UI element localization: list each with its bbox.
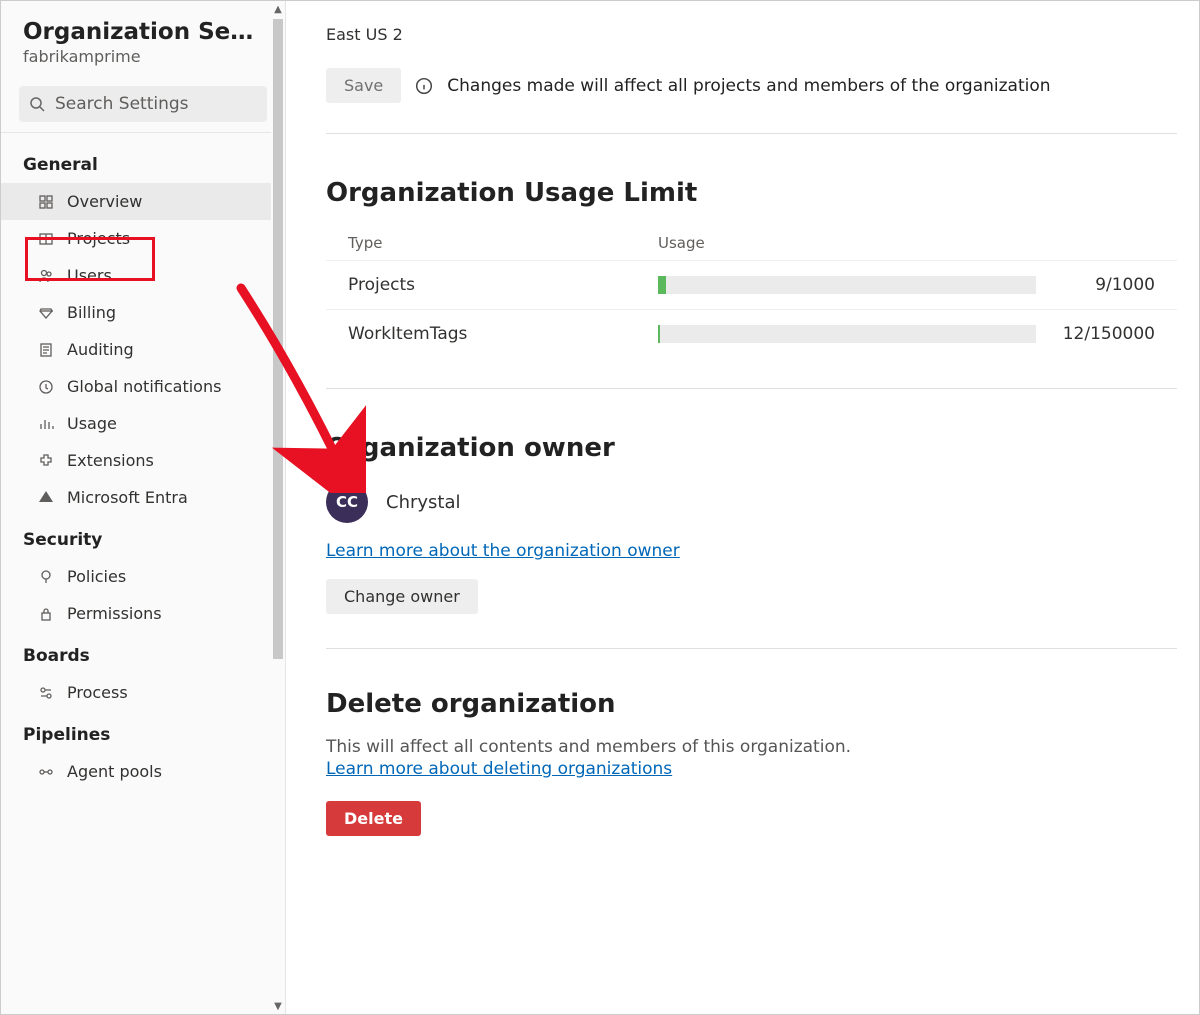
- region-value: East US 2: [326, 25, 1177, 44]
- sidebar-item-projects[interactable]: Projects: [1, 220, 285, 257]
- scroll-thumb[interactable]: [273, 19, 283, 659]
- sidebar-item-policies[interactable]: Policies: [1, 558, 285, 595]
- usage-row-projects: Projects 9/1000: [326, 260, 1177, 309]
- billing-icon: [37, 304, 55, 322]
- notifications-icon: [37, 378, 55, 396]
- usage-value: 9/1000: [1054, 275, 1155, 295]
- sidebar-item-permissions[interactable]: Permissions: [1, 595, 285, 632]
- delete-learn-more-link[interactable]: Learn more about deleting organizations: [326, 759, 672, 779]
- permissions-icon: [37, 605, 55, 623]
- sidebar-item-overview[interactable]: Overview: [1, 183, 285, 220]
- section-divider: [326, 388, 1177, 389]
- usage-value: 12/150000: [1054, 324, 1155, 344]
- main-content: East US 2 Save Changes made will affect …: [286, 1, 1199, 1014]
- info-icon: [415, 77, 433, 95]
- scroll-up-icon[interactable]: ▲: [271, 1, 285, 17]
- sidebar-label-process: Process: [67, 683, 128, 702]
- sidebar-label-global-notifications: Global notifications: [67, 377, 221, 396]
- sidebar-label-policies: Policies: [67, 567, 126, 586]
- sidebar-item-usage[interactable]: Usage: [1, 405, 285, 442]
- sidebar-label-entra: Microsoft Entra: [67, 488, 188, 507]
- owner-name: Chrystal: [386, 492, 461, 513]
- delete-description: This will affect all contents and member…: [326, 737, 1177, 757]
- sidebar-item-billing[interactable]: Billing: [1, 294, 285, 331]
- process-icon: [37, 684, 55, 702]
- change-owner-button[interactable]: Change owner: [326, 579, 478, 614]
- section-header-security: Security: [1, 516, 285, 558]
- entra-icon: [37, 489, 55, 507]
- overview-icon: [37, 193, 55, 211]
- sidebar-label-extensions: Extensions: [67, 451, 154, 470]
- sidebar-item-global-notifications[interactable]: Global notifications: [1, 368, 285, 405]
- usage-limit-heading: Organization Usage Limit: [326, 178, 1177, 208]
- sidebar-label-agent-pools: Agent pools: [67, 762, 162, 781]
- delete-org-heading: Delete organization: [326, 689, 1177, 719]
- usage-type-label: Projects: [348, 275, 658, 295]
- usage-row-workitemtags: WorkItemTags 12/150000: [326, 309, 1177, 358]
- sidebar-label-overview: Overview: [67, 192, 142, 211]
- usage-type-label: WorkItemTags: [348, 324, 658, 344]
- agent-pools-icon: [37, 763, 55, 781]
- sidebar-item-users[interactable]: Users: [1, 257, 285, 294]
- section-header-boards: Boards: [1, 632, 285, 674]
- sidebar-label-permissions: Permissions: [67, 604, 162, 623]
- sidebar-label-billing: Billing: [67, 303, 116, 322]
- owner-learn-more-link[interactable]: Learn more about the organization owner: [326, 541, 680, 561]
- projects-icon: [37, 230, 55, 248]
- users-icon: [37, 267, 55, 285]
- save-button[interactable]: Save: [326, 68, 401, 103]
- owner-avatar: CC: [326, 481, 368, 523]
- delete-button[interactable]: Delete: [326, 801, 421, 836]
- sidebar-label-users: Users: [67, 266, 112, 285]
- auditing-icon: [37, 341, 55, 359]
- usage-col-usage: Usage: [658, 234, 705, 252]
- section-divider: [326, 133, 1177, 134]
- usage-bar: [658, 325, 1036, 343]
- usage-bar: [658, 276, 1036, 294]
- usage-col-type: Type: [348, 234, 658, 252]
- search-settings-input[interactable]: Search Settings: [19, 86, 267, 122]
- sidebar-label-auditing: Auditing: [67, 340, 134, 359]
- search-icon: [29, 96, 45, 112]
- section-divider: [326, 648, 1177, 649]
- sidebar-item-microsoft-entra[interactable]: Microsoft Entra: [1, 479, 285, 516]
- section-header-general: General: [1, 141, 285, 183]
- usage-icon: [37, 415, 55, 433]
- sidebar-item-extensions[interactable]: Extensions: [1, 442, 285, 479]
- sidebar-item-agent-pools[interactable]: Agent pools: [1, 753, 285, 790]
- save-info-text: Changes made will affect all projects an…: [447, 76, 1050, 96]
- sidebar-label-usage: Usage: [67, 414, 117, 433]
- policies-icon: [37, 568, 55, 586]
- sidebar-org-name: fabrikamprime: [23, 47, 263, 66]
- sidebar-divider: [1, 132, 285, 133]
- sidebar-title: Organization Settin...: [23, 19, 263, 45]
- scroll-down-icon[interactable]: ▼: [271, 998, 285, 1014]
- sidebar: Organization Settin... fabrikamprime Sea…: [1, 1, 286, 1014]
- org-owner-heading: Organization owner: [326, 433, 1177, 463]
- sidebar-label-projects: Projects: [67, 229, 130, 248]
- section-header-pipelines: Pipelines: [1, 711, 285, 753]
- extensions-icon: [37, 452, 55, 470]
- sidebar-scrollbar[interactable]: ▲ ▼: [271, 1, 285, 1014]
- sidebar-item-auditing[interactable]: Auditing: [1, 331, 285, 368]
- search-placeholder-text: Search Settings: [55, 94, 189, 114]
- sidebar-item-process[interactable]: Process: [1, 674, 285, 711]
